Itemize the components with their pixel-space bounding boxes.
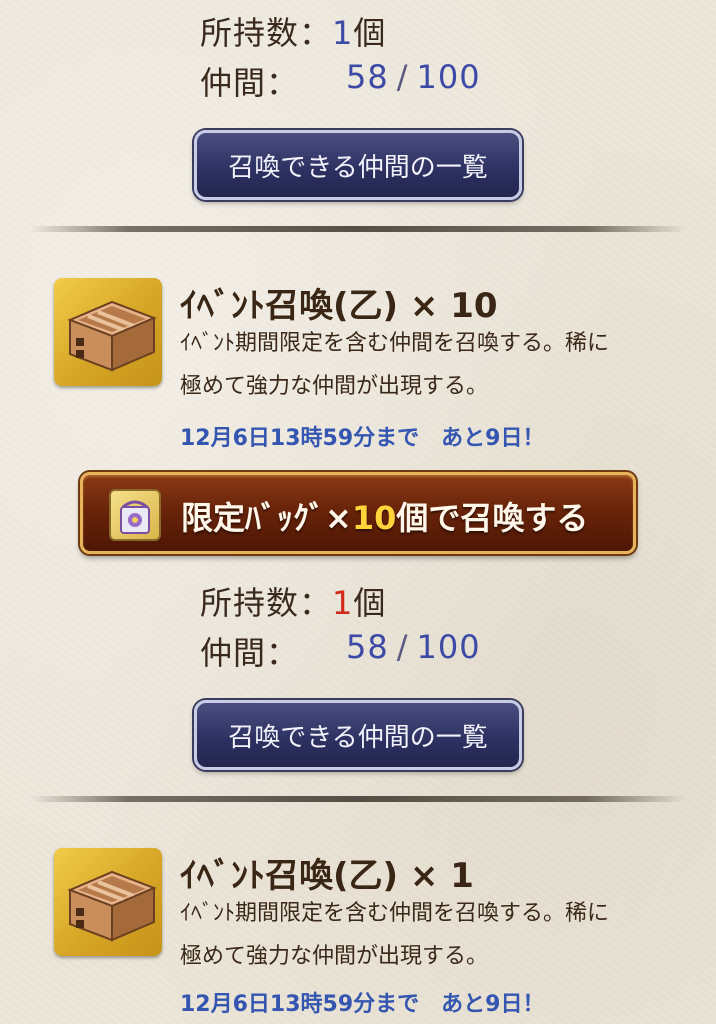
summon-label-suffix: 個で召喚する bbox=[396, 499, 589, 537]
member-count-line: 仲間： 58/100 bbox=[200, 628, 520, 672]
count-label: 所持数： bbox=[200, 584, 333, 622]
member-label: 仲間： bbox=[200, 64, 300, 102]
count-unit: 個 bbox=[353, 584, 387, 622]
summon-description: ｲﾍﾞﾝﾄ期間限定を含む仲間を召喚する。稀に 極めて強力な仲間が出現する。 bbox=[180, 322, 609, 408]
summon-label-prefix: 限定ﾊﾞｯｸﾞ× bbox=[181, 499, 352, 537]
count-value: 1 bbox=[332, 584, 354, 622]
limited-bag-icon bbox=[109, 489, 161, 541]
deadline-text: 12月6日13時59分まで あと9日！ bbox=[180, 992, 545, 1017]
member-current: 58 bbox=[346, 58, 389, 96]
member-max: 100 bbox=[416, 58, 481, 96]
summon-title: ｲﾍﾞﾝﾄ召喚(乙) × 10 bbox=[180, 286, 498, 326]
member-current: 58 bbox=[346, 628, 389, 666]
member-count-line: 仲間： 58/100 bbox=[200, 58, 520, 102]
item-count-line: 所持数：1個 bbox=[200, 578, 386, 624]
summon-label-number: 10 bbox=[351, 499, 397, 537]
description-line-2: 極めて強力な仲間が出現する。 bbox=[180, 374, 489, 399]
description-line-2: 極めて強力な仲間が出現する。 bbox=[180, 944, 489, 969]
summon-title: ｲﾍﾞﾝﾄ召喚(乙) × 1 bbox=[180, 856, 474, 896]
deadline-text: 12月6日13時59分まで あと9日！ bbox=[180, 426, 545, 451]
count-unit: 個 bbox=[353, 14, 387, 52]
member-label: 仲間： bbox=[200, 634, 300, 672]
summonable-list-button[interactable]: 召喚できる仲間の一覧 bbox=[194, 700, 522, 770]
wooden-crate-icon bbox=[54, 848, 162, 956]
summon-with-bag-button[interactable]: 限定ﾊﾞｯｸﾞ×10個で召喚する bbox=[80, 472, 636, 554]
wooden-crate-icon bbox=[54, 278, 162, 386]
summonable-list-button[interactable]: 召喚できる仲間の一覧 bbox=[194, 130, 522, 200]
section-divider bbox=[30, 226, 686, 232]
summon-button-label: 限定ﾊﾞｯｸﾞ×10個で召喚する bbox=[181, 493, 588, 539]
count-label: 所持数： bbox=[200, 14, 333, 52]
item-count-line: 所持数：1個 bbox=[200, 8, 386, 54]
count-value: 1 bbox=[332, 14, 354, 52]
summonable-list-button-label: 召喚できる仲間の一覧 bbox=[228, 722, 488, 753]
member-separator: / bbox=[396, 628, 409, 666]
section-divider bbox=[30, 796, 686, 802]
member-separator: / bbox=[396, 58, 409, 96]
summon-description: ｲﾍﾞﾝﾄ期間限定を含む仲間を召喚する。稀に 極めて強力な仲間が出現する。 bbox=[180, 892, 609, 978]
description-line-1: ｲﾍﾞﾝﾄ期間限定を含む仲間を召喚する。稀に bbox=[180, 901, 610, 926]
summonable-list-button-label: 召喚できる仲間の一覧 bbox=[228, 152, 488, 183]
member-max: 100 bbox=[416, 628, 481, 666]
description-line-1: ｲﾍﾞﾝﾄ期間限定を含む仲間を召喚する。稀に bbox=[180, 331, 610, 356]
